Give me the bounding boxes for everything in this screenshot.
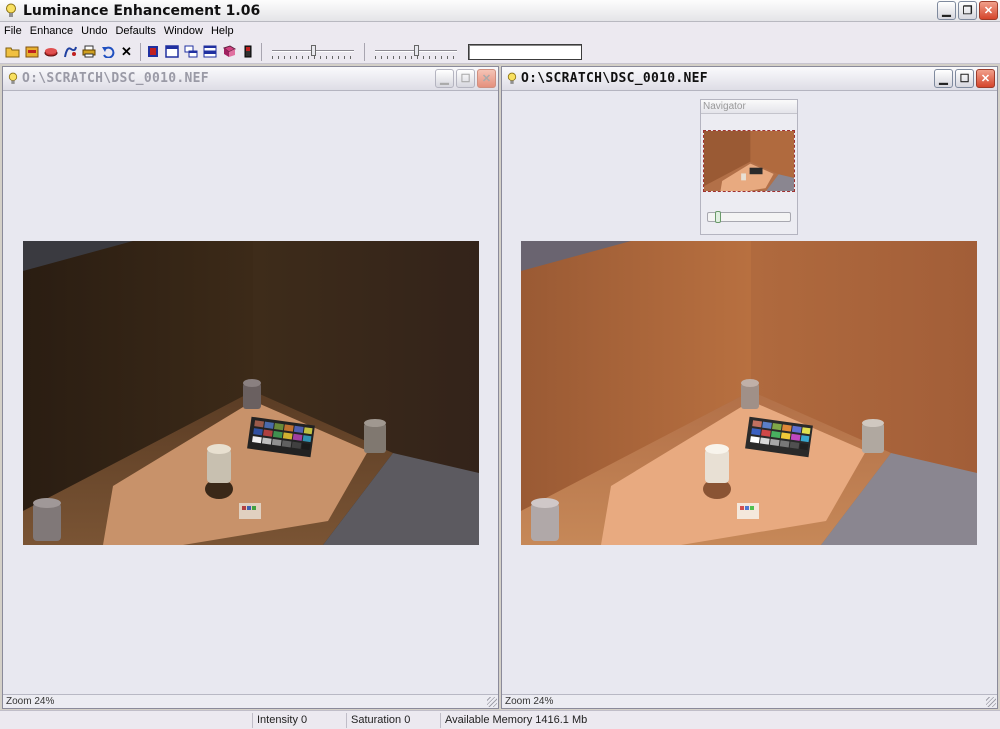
minimize-icon: ▁ [939, 73, 948, 85]
curve-icon [63, 45, 77, 58]
minimize-icon: ▁ [942, 5, 951, 17]
close-icon: ✕ [980, 73, 991, 85]
enhanced-photo [521, 241, 977, 545]
maximize-icon: ☐ [959, 73, 970, 85]
slider-thumb[interactable] [311, 44, 316, 56]
doc-maximize-button[interactable]: ☐ [456, 69, 475, 88]
image-canvas[interactable] [3, 92, 498, 694]
lightbulb-icon [3, 3, 19, 19]
toolbar-separator [140, 42, 141, 61]
navigator-zoom-slider[interactable] [707, 211, 791, 223]
cascade-icon [184, 45, 198, 58]
app-title-bar: Luminance Enhancement 1.06 ▁ ❐ ✕ [0, 0, 1000, 22]
document-status-bar: Zoom 24% [3, 694, 498, 708]
zoom-label: Zoom 24% [505, 696, 554, 707]
toolbar-separator [261, 42, 262, 61]
menu-enhance[interactable]: Enhance [26, 22, 77, 40]
toolbar: ✕ [0, 40, 1000, 64]
menu-defaults[interactable]: Defaults [111, 22, 159, 40]
phone-icon [241, 45, 255, 58]
navigator-thumbnail[interactable] [703, 130, 795, 192]
book-icon [222, 45, 236, 58]
intensity-slider[interactable] [270, 43, 356, 61]
doc-minimize-button[interactable]: ▁ [934, 69, 953, 88]
slider-thumb[interactable] [714, 211, 721, 223]
doc-close-button[interactable]: ✕ [477, 69, 496, 88]
lightbulb-icon [6, 72, 20, 86]
single-view-button[interactable] [163, 43, 180, 60]
navigator-title: Navigator [701, 100, 797, 114]
document-title: O:\SCRATCH\DSC_0010.NEF [22, 71, 209, 86]
slider-ticks [375, 55, 457, 59]
doc-close-button[interactable]: ✕ [976, 69, 995, 88]
close-icon: ✕ [983, 5, 994, 17]
close-icon: ✕ [121, 43, 132, 59]
maximize-icon: ☐ [460, 73, 471, 85]
status-intensity: Intensity 0 [253, 712, 347, 728]
curve-button[interactable] [61, 43, 78, 60]
status-memory: Available Memory 1416.1 Mb [445, 713, 588, 726]
minimize-icon: ▁ [440, 73, 449, 85]
status-saturation: Saturation 0 [347, 712, 441, 728]
eraser-button[interactable] [42, 43, 59, 60]
undo-icon [101, 45, 115, 58]
print-button[interactable] [80, 43, 97, 60]
slider-thumb[interactable] [414, 44, 419, 56]
print-icon [82, 45, 96, 58]
open-icon [5, 45, 20, 58]
close-icon: ✕ [481, 73, 492, 85]
document-title: O:\SCRATCH\DSC_0010.NEF [521, 71, 708, 86]
toolbar-separator [364, 42, 365, 61]
doc-minimize-button[interactable]: ▁ [435, 69, 454, 88]
undo-button[interactable] [99, 43, 116, 60]
phone-button[interactable] [239, 43, 256, 60]
open-button[interactable] [4, 43, 21, 60]
document-title-bar: O:\SCRATCH\DSC_0010.NEF ▁ ☐ ✕ [3, 67, 498, 91]
menu-window[interactable]: Window [160, 22, 207, 40]
menu-bar: File Enhance Undo Defaults Window Help [0, 22, 1000, 40]
cascade-button[interactable] [182, 43, 199, 60]
flag-button[interactable] [144, 43, 161, 60]
menu-help[interactable]: Help [207, 22, 238, 40]
status-blank [0, 712, 253, 728]
saturation-slider[interactable] [373, 43, 459, 61]
single-view-icon [164, 45, 179, 58]
toolbar-text-field[interactable] [468, 43, 582, 60]
document-window-original: O:\SCRATCH\DSC_0010.NEF ▁ ☐ ✕ Zoom 24% [2, 66, 499, 709]
save-button[interactable] [23, 43, 40, 60]
menu-undo[interactable]: Undo [77, 22, 111, 40]
image-canvas[interactable]: Navigator [502, 92, 997, 694]
original-photo [23, 241, 479, 545]
tile-icon [203, 45, 217, 58]
app-minimize-button[interactable]: ▁ [937, 1, 956, 20]
zoom-label: Zoom 24% [6, 696, 55, 707]
app-title: Luminance Enhancement 1.06 [23, 2, 261, 19]
navigator-panel: Navigator [700, 99, 798, 235]
book-button[interactable] [220, 43, 237, 60]
document-title-bar: O:\SCRATCH\DSC_0010.NEF ▁ ☐ ✕ [502, 67, 997, 91]
close-image-button[interactable]: ✕ [118, 43, 135, 60]
flag-icon [146, 45, 160, 58]
menu-file[interactable]: File [0, 22, 26, 40]
save-icon [25, 45, 39, 58]
restore-icon: ❐ [962, 5, 973, 17]
doc-maximize-button[interactable]: ☐ [955, 69, 974, 88]
tile-button[interactable] [201, 43, 218, 60]
slider-ticks [272, 55, 354, 59]
resize-grip-icon[interactable] [986, 697, 996, 707]
status-bar: Intensity 0 Saturation 0 Available Memor… [0, 710, 1000, 729]
app-restore-button[interactable]: ❐ [958, 1, 977, 20]
document-window-enhanced: O:\SCRATCH\DSC_0010.NEF ▁ ☐ ✕ Navigator … [501, 66, 998, 709]
app-close-button[interactable]: ✕ [979, 1, 998, 20]
resize-grip-icon[interactable] [487, 697, 497, 707]
lightbulb-icon [505, 72, 519, 86]
document-status-bar: Zoom 24% [502, 694, 997, 708]
eraser-icon [44, 45, 58, 58]
